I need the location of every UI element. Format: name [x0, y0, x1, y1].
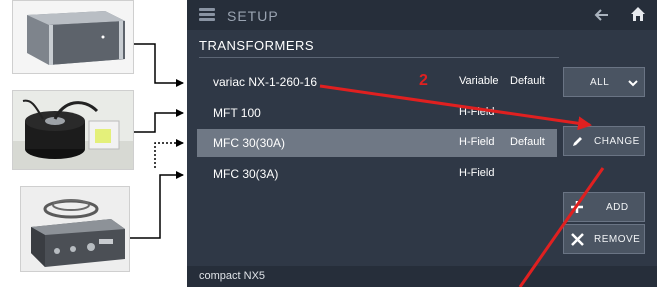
- filter-dropdown-value: ALL: [590, 77, 610, 88]
- transformer-name: variac NX-1-260-16: [213, 75, 318, 89]
- title-bar: SETUP: [187, 0, 657, 30]
- step-number-label: 2: [419, 72, 428, 89]
- chevron-down-icon: [628, 80, 638, 87]
- transformer-type: H-Field: [459, 136, 495, 148]
- transformer-name: MFC 30(30A): [213, 136, 286, 150]
- transformer-default: Default: [510, 75, 545, 87]
- add-button-label: ADD: [606, 202, 629, 213]
- menu-icon[interactable]: [199, 8, 215, 22]
- section-divider: [199, 57, 559, 58]
- transformer-row[interactable]: variac NX-1-260-16 Variable Default: [197, 68, 557, 96]
- transformer-name: MFC 30(3A): [213, 167, 279, 181]
- page-title: SETUP: [227, 8, 279, 24]
- transformer-row[interactable]: MFC 30(3A) H-Field: [197, 160, 557, 188]
- connector-arrow-mfc-3a: [130, 171, 184, 239]
- device-name: compact NX5: [199, 270, 266, 282]
- back-arrow-icon[interactable]: [594, 7, 610, 23]
- photo-variac-transformer: [12, 0, 134, 74]
- remove-button[interactable]: REMOVE: [563, 224, 645, 254]
- transformer-default: Default: [510, 136, 545, 148]
- home-icon[interactable]: [630, 6, 646, 22]
- transformer-type: Variable: [459, 75, 499, 87]
- remove-button-label: REMOVE: [594, 234, 641, 245]
- connector-arrow-variac: [134, 43, 184, 87]
- pencil-icon: [573, 137, 582, 146]
- section-title: TRANSFORMERS: [199, 38, 315, 53]
- plus-icon: [571, 201, 583, 213]
- connector-arrow-mfc-30a: [154, 139, 184, 168]
- transformer-row[interactable]: MFT 100 H-Field: [197, 99, 557, 127]
- status-bar: compact NX5: [187, 266, 657, 287]
- change-button-label: CHANGE: [594, 136, 640, 147]
- transformer-row-selected[interactable]: MFC 30(30A) H-Field Default: [197, 129, 557, 157]
- setup-panel: SETUP TRANSFORMERS variac NX-1-260-16 Va…: [187, 0, 657, 287]
- connector-arrow-mft: [134, 109, 184, 133]
- filter-dropdown[interactable]: ALL: [563, 67, 645, 97]
- transformer-name: MFT 100: [213, 106, 261, 120]
- change-button[interactable]: CHANGE: [563, 126, 645, 156]
- add-button[interactable]: ADD: [563, 192, 645, 222]
- transformer-type: H-Field: [459, 106, 495, 118]
- photo-mfc-30: [20, 186, 130, 272]
- close-icon: [571, 233, 584, 246]
- transformer-type: H-Field: [459, 167, 495, 179]
- photo-mft-100: [12, 90, 134, 170]
